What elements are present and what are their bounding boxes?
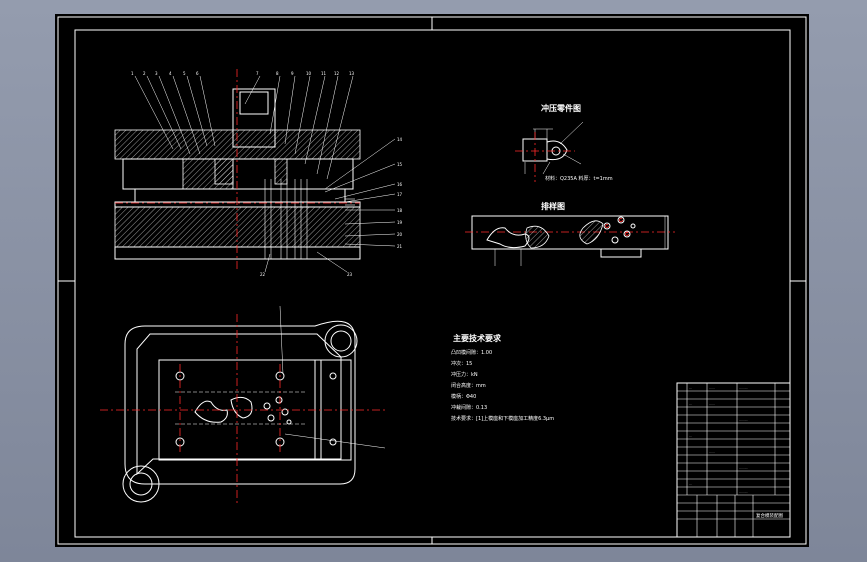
strip-view-title: 排样图 (541, 201, 565, 211)
outer-frame (57, 16, 807, 545)
plan-view (100, 305, 386, 504)
tech-notes-title: 主要技术要求 (453, 333, 502, 343)
svg-text:2: 2 (143, 71, 146, 76)
svg-text:·········: ········· (739, 490, 748, 494)
tech-line: 技术要求：[1]上模座和下模座加工精度6.3μm (451, 415, 554, 422)
svg-text:12: 12 (334, 71, 340, 76)
tech-line: 冲次：15 (451, 360, 472, 367)
svg-text:·········: ········· (739, 386, 748, 390)
svg-text:···: ··· (689, 482, 692, 486)
tech-line: 模柄：Φ40 (451, 393, 476, 400)
svg-text:······: ······ (709, 402, 715, 406)
svg-text:4: 4 (169, 71, 172, 76)
svg-text:10: 10 (306, 71, 312, 76)
svg-text:22: 22 (260, 272, 266, 277)
svg-text:20: 20 (397, 232, 403, 237)
svg-text:23: 23 (347, 272, 353, 277)
tech-line: 冲裁间隙：0.13 (451, 404, 487, 411)
frame-center-marks (58, 17, 806, 544)
svg-text:3: 3 (155, 71, 158, 76)
svg-text:···: ··· (689, 386, 692, 390)
svg-text:·········: ········· (739, 418, 748, 422)
svg-text:7: 7 (256, 71, 259, 76)
svg-text:15: 15 (397, 162, 403, 167)
technical-notes: 主要技术要求 凸凹模间隙：1.00 冲次：15 冲压力：kN 闭合高度：mm 模… (451, 333, 554, 422)
svg-text:···: ··· (689, 434, 692, 438)
part-drawing: 冲压零件图 材料：Q235A 料厚：t=1mm (515, 103, 613, 182)
svg-text:···: ··· (689, 402, 692, 406)
svg-text:17: 17 (397, 192, 403, 197)
part-view-title: 冲压零件图 (541, 103, 581, 113)
tech-line: 凸凹模间隙：1.00 (451, 349, 492, 356)
title-block: ··· ······ ········· ··· ··············· ··… (676, 382, 791, 538)
svg-text:·········: ········· (739, 466, 748, 470)
svg-text:18: 18 (397, 208, 403, 213)
svg-text:14: 14 (397, 137, 403, 142)
inner-frame (74, 29, 791, 538)
svg-text:1: 1 (131, 71, 134, 76)
svg-text:······: ······ (709, 386, 715, 390)
svg-text:16: 16 (397, 182, 403, 187)
svg-text:9: 9 (291, 71, 294, 76)
tech-line: 冲压力：kN (451, 371, 478, 378)
part-material-note: 材料：Q235A 料厚：t=1mm (545, 175, 613, 182)
svg-text:8: 8 (276, 71, 279, 76)
svg-text:5: 5 (183, 71, 186, 76)
svg-text:13: 13 (349, 71, 355, 76)
cad-viewport[interactable]: 123 456 789 10 11 12 13 14 15 16 17 18 19 20 21 … (0, 0, 867, 562)
svg-text:6: 6 (196, 71, 199, 76)
tech-line: 闭合高度：mm (451, 382, 486, 389)
svg-text:21: 21 (397, 244, 403, 249)
drawing-sheet[interactable]: 123 456 789 10 11 12 13 14 15 16 17 18 19 20 21 … (55, 14, 809, 547)
svg-text:······: ······ (709, 450, 715, 454)
section-view: 123 456 789 10 11 12 13 141516 171819 2021 … (114, 69, 403, 277)
strip-layout: 排样图 (465, 201, 675, 266)
drawing-canvas: 123 456 789 10 11 12 13 141516 171819 2021 … (57, 16, 807, 545)
title-block-drawing-name: 复合模装配图 (756, 512, 783, 519)
svg-text:11: 11 (321, 71, 327, 76)
svg-text:19: 19 (397, 220, 403, 225)
